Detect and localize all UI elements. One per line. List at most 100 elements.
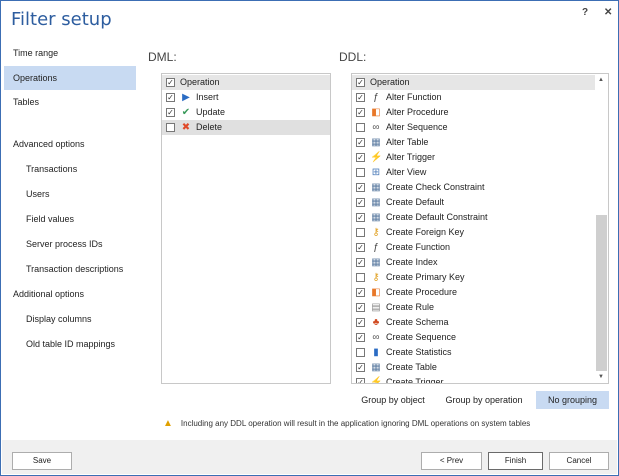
save-button[interactable]: Save bbox=[12, 452, 72, 470]
dialog-title: Filter setup bbox=[11, 9, 112, 30]
group-by-operation-button[interactable]: Group by operation bbox=[441, 391, 527, 409]
ddl-item-alter-procedure[interactable]: ✓ ◧ Alter Procedure bbox=[352, 105, 596, 120]
dml-item-update[interactable]: ✓ ✔ Update bbox=[162, 105, 330, 120]
checkbox[interactable]: ✓ bbox=[356, 138, 365, 147]
cancel-button[interactable]: Cancel bbox=[549, 452, 609, 470]
checkbox[interactable]: ✓ bbox=[356, 303, 365, 312]
ddl-item-create-schema[interactable]: ✓ ♣ Create Schema bbox=[352, 315, 596, 330]
prev-button[interactable]: < Prev bbox=[421, 452, 482, 470]
sidebar-item-users[interactable]: Users bbox=[4, 182, 136, 206]
sidebar-item-old-table-id-mappings[interactable]: Old table ID mappings bbox=[4, 332, 136, 356]
dml-header-row[interactable]: ✓ Operation bbox=[162, 75, 330, 90]
table-icon: ▦ bbox=[371, 211, 381, 223]
item-label: Create Rule bbox=[386, 302, 435, 312]
ddl-header-row[interactable]: ✓ Operation bbox=[352, 75, 596, 90]
ddl-item-create-index[interactable]: ✓ ▦ Create Index bbox=[352, 255, 596, 270]
sidebar-item-transactions[interactable]: Transactions bbox=[4, 157, 136, 181]
finish-button[interactable]: Finish bbox=[488, 452, 543, 470]
item-label: Alter Procedure bbox=[386, 107, 449, 117]
item-label: Alter Table bbox=[386, 137, 429, 147]
sidebar-item-time-range[interactable]: Time range bbox=[4, 41, 136, 65]
view-icon: ⊞ bbox=[371, 166, 381, 178]
checkbox[interactable] bbox=[356, 348, 365, 357]
checkbox[interactable]: ✓ bbox=[356, 78, 365, 87]
checkbox[interactable]: ✓ bbox=[356, 183, 365, 192]
ddl-item-create-foreign-key[interactable]: ⚷ Create Foreign Key bbox=[352, 225, 596, 240]
checkbox[interactable]: ✓ bbox=[356, 213, 365, 222]
ddl-item-create-procedure[interactable]: ✓ ◧ Create Procedure bbox=[352, 285, 596, 300]
item-label: Create Primary Key bbox=[386, 272, 465, 282]
sidebar-item-field-values[interactable]: Field values bbox=[4, 207, 136, 231]
trigger-icon: ⚡ bbox=[370, 376, 383, 384]
ddl-item-create-primary-key[interactable]: ⚷ Create Primary Key bbox=[352, 270, 596, 285]
table-icon: ▦ bbox=[371, 196, 381, 208]
scrollbar-thumb[interactable] bbox=[596, 215, 607, 371]
ddl-item-create-default[interactable]: ✓ ▦ Create Default bbox=[352, 195, 596, 210]
close-button[interactable]: ✕ bbox=[604, 7, 612, 18]
sidebar-item-operations[interactable]: Operations bbox=[4, 66, 136, 90]
key-icon: ⚷ bbox=[372, 271, 380, 283]
ddl-item-alter-view[interactable]: ⊞ Alter View bbox=[352, 165, 596, 180]
checkbox[interactable]: ✓ bbox=[356, 243, 365, 252]
ddl-item-create-trigger[interactable]: ✓ ⚡ Create Trigger bbox=[352, 375, 596, 384]
sidebar-item-display-columns[interactable]: Display columns bbox=[4, 307, 136, 331]
checkbox[interactable]: ✓ bbox=[356, 363, 365, 372]
scroll-down-arrow-icon[interactable]: ▼ bbox=[598, 374, 604, 380]
checkbox[interactable]: ✓ bbox=[356, 318, 365, 327]
item-label: Create Table bbox=[386, 362, 437, 372]
table-icon: ▦ bbox=[371, 361, 381, 373]
help-button[interactable]: ? bbox=[582, 7, 588, 18]
rule-icon: ▤ bbox=[371, 301, 381, 313]
table-icon: ▦ bbox=[371, 256, 381, 268]
checkbox[interactable] bbox=[356, 168, 365, 177]
dml-item-delete[interactable]: ✖ Delete bbox=[162, 120, 330, 135]
group-by-object-button[interactable]: Group by object bbox=[355, 391, 431, 409]
checkbox[interactable] bbox=[166, 123, 175, 132]
no-grouping-button[interactable]: No grouping bbox=[536, 391, 609, 409]
check-icon: ✔ bbox=[181, 106, 191, 118]
ddl-item-alter-sequence[interactable]: ∞ Alter Sequence bbox=[352, 120, 596, 135]
scroll-up-arrow-icon[interactable]: ▲ bbox=[598, 77, 604, 83]
checkbox[interactable]: ✓ bbox=[356, 258, 365, 267]
dml-item-insert[interactable]: ✓ ▶ Insert bbox=[162, 90, 330, 105]
function-icon: ƒ bbox=[373, 91, 379, 103]
checkbox[interactable]: ✓ bbox=[166, 108, 175, 117]
sidebar-item-transaction-descriptions[interactable]: Transaction descriptions bbox=[4, 257, 136, 281]
ddl-item-create-function[interactable]: ✓ ƒ Create Function bbox=[352, 240, 596, 255]
sidebar-item-tables[interactable]: Tables bbox=[4, 90, 136, 114]
item-label: Create Trigger bbox=[386, 377, 444, 384]
checkbox[interactable] bbox=[356, 273, 365, 282]
ddl-item-create-statistics[interactable]: ▮ Create Statistics bbox=[352, 345, 596, 360]
ddl-item-alter-trigger[interactable]: ✓ ⚡ Alter Trigger bbox=[352, 150, 596, 165]
ddl-item-create-sequence[interactable]: ✓ ∞ Create Sequence bbox=[352, 330, 596, 345]
checkbox[interactable]: ✓ bbox=[356, 288, 365, 297]
ddl-item-create-table[interactable]: ✓ ▦ Create Table bbox=[352, 360, 596, 375]
checkbox[interactable]: ✓ bbox=[356, 378, 365, 383]
checkbox[interactable]: ✓ bbox=[356, 153, 365, 162]
ddl-scrollbar[interactable]: ▲ ▼ bbox=[595, 74, 608, 383]
sidebar-item-server-process-ids[interactable]: Server process IDs bbox=[4, 232, 136, 256]
ddl-item-create-check-constraint[interactable]: ✓ ▦ Create Check Constraint bbox=[352, 180, 596, 195]
ddl-label: DDL: bbox=[339, 50, 367, 64]
key-icon: ⚷ bbox=[372, 226, 380, 238]
checkbox[interactable]: ✓ bbox=[356, 198, 365, 207]
checkbox[interactable]: ✓ bbox=[166, 78, 175, 87]
item-label: Create Check Constraint bbox=[386, 182, 485, 192]
checkbox[interactable]: ✓ bbox=[356, 93, 365, 102]
ddl-item-create-rule[interactable]: ✓ ▤ Create Rule bbox=[352, 300, 596, 315]
checkbox[interactable] bbox=[356, 123, 365, 132]
item-label: Create Schema bbox=[386, 317, 449, 327]
sidebar-item-advanced-options[interactable]: Advanced options bbox=[4, 132, 136, 156]
item-label: Create Index bbox=[386, 257, 438, 267]
warning-message: ▲ Including any DDL operation will resul… bbox=[163, 418, 530, 429]
item-label: Create Foreign Key bbox=[386, 227, 465, 237]
ddl-item-create-default-constraint[interactable]: ✓ ▦ Create Default Constraint bbox=[352, 210, 596, 225]
checkbox[interactable] bbox=[356, 228, 365, 237]
checkbox[interactable]: ✓ bbox=[356, 333, 365, 342]
checkbox[interactable]: ✓ bbox=[166, 93, 175, 102]
ddl-item-alter-table[interactable]: ✓ ▦ Alter Table bbox=[352, 135, 596, 150]
ddl-item-alter-function[interactable]: ✓ ƒ Alter Function bbox=[352, 90, 596, 105]
item-label: Delete bbox=[196, 122, 223, 132]
checkbox[interactable]: ✓ bbox=[356, 108, 365, 117]
sidebar-item-additional-options[interactable]: Additional options bbox=[4, 282, 136, 306]
